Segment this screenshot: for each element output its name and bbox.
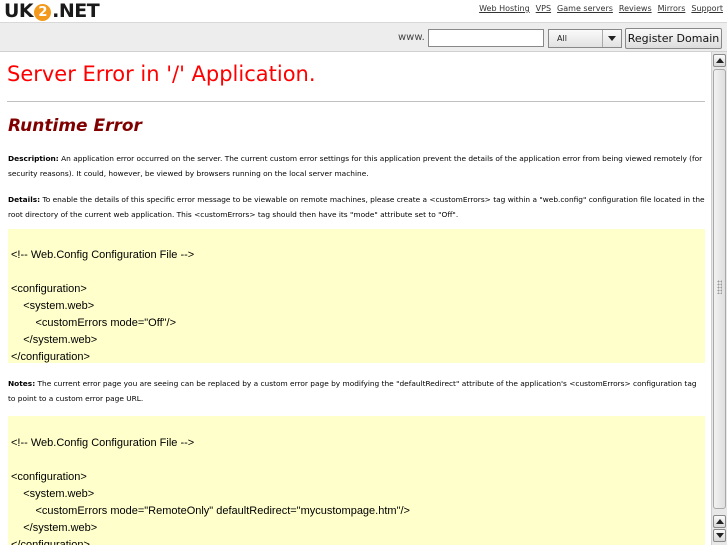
code-line: <system.web> — [11, 488, 95, 500]
site-logo[interactable]: UK 2 .NET — [4, 0, 100, 22]
tld-selected-value: All — [557, 34, 567, 43]
triangle-up-icon — [716, 58, 724, 63]
code-line: </system.web> — [11, 334, 98, 346]
code-line: <configuration> — [11, 283, 87, 295]
browser-viewport: UK 2 .NET Web Hosting VPS Game servers Rev… — [0, 0, 727, 545]
register-domain-button[interactable]: Register Domain — [625, 28, 722, 49]
nav-link-vps[interactable]: VPS — [536, 4, 551, 13]
logo-suffix: .NET — [52, 0, 100, 22]
config-code-block-1: <!-- Web.Config Configuration File --> <… — [8, 229, 705, 363]
page-title: Server Error in '/' Application. — [7, 62, 316, 86]
nav-link-support[interactable]: Support — [691, 4, 723, 13]
description-paragraph: Description: An application error occurr… — [8, 151, 706, 181]
nav-link-reviews[interactable]: Reviews — [619, 4, 652, 13]
arrow-down-icon[interactable] — [713, 529, 726, 542]
logo-mark: 2 — [34, 3, 52, 21]
error-content-frame: Server Error in '/' Application. Runtime… — [0, 52, 711, 545]
domain-name-input[interactable] — [428, 29, 544, 47]
arrow-up-icon[interactable] — [713, 515, 726, 528]
domain-search-bar: www. All Register Domain — [0, 22, 727, 52]
code-line: </configuration> — [11, 351, 90, 363]
details-paragraph: Details: To enable the details of this s… — [8, 192, 706, 222]
config-code-block-2: <!-- Web.Config Configuration File --> <… — [8, 416, 705, 545]
notes-text: The current error page you are seeing ca… — [8, 379, 697, 403]
code-line: </configuration> — [11, 539, 90, 545]
description-text: An application error occurred on the ser… — [8, 154, 703, 178]
details-label: Details: — [8, 195, 41, 204]
scrollbar-thumb[interactable] — [713, 69, 726, 509]
arrow-up-icon[interactable] — [713, 54, 726, 67]
notes-label: Notes: — [8, 379, 36, 388]
grip-icon — [717, 280, 722, 294]
site-header: UK 2 .NET Web Hosting VPS Game servers Rev… — [0, 0, 727, 22]
tld-select[interactable]: All — [548, 29, 622, 48]
code-line: <!-- Web.Config Configuration File --> — [11, 437, 195, 449]
title-divider — [7, 101, 705, 102]
nav-link-web-hosting[interactable]: Web Hosting — [479, 4, 530, 13]
code-line: <configuration> — [11, 471, 87, 483]
logo-prefix: UK — [4, 0, 34, 22]
code-line: </system.web> — [11, 522, 98, 534]
nav-link-mirrors[interactable]: Mirrors — [658, 4, 686, 13]
notes-paragraph: Notes: The current error page you are se… — [8, 376, 706, 406]
chevron-down-icon[interactable] — [602, 30, 621, 47]
code-line: <customErrors mode="Off"/> — [11, 317, 177, 329]
triangle-down-icon — [716, 533, 724, 538]
www-prefix-label: www. — [398, 32, 425, 43]
details-text: To enable the details of this specific e… — [8, 195, 705, 219]
code-line: <system.web> — [11, 300, 95, 312]
error-subtitle: Runtime Error — [8, 116, 142, 136]
top-nav: Web Hosting VPS Game servers Reviews Mir… — [479, 4, 723, 13]
nav-link-game-servers[interactable]: Game servers — [557, 4, 613, 13]
triangle-up-icon — [716, 519, 724, 524]
vertical-scrollbar[interactable] — [711, 52, 727, 545]
code-line: <customErrors mode="RemoteOnly" defaultR… — [11, 505, 410, 517]
code-line: <!-- Web.Config Configuration File --> — [11, 249, 195, 261]
description-label: Description: — [8, 154, 59, 163]
